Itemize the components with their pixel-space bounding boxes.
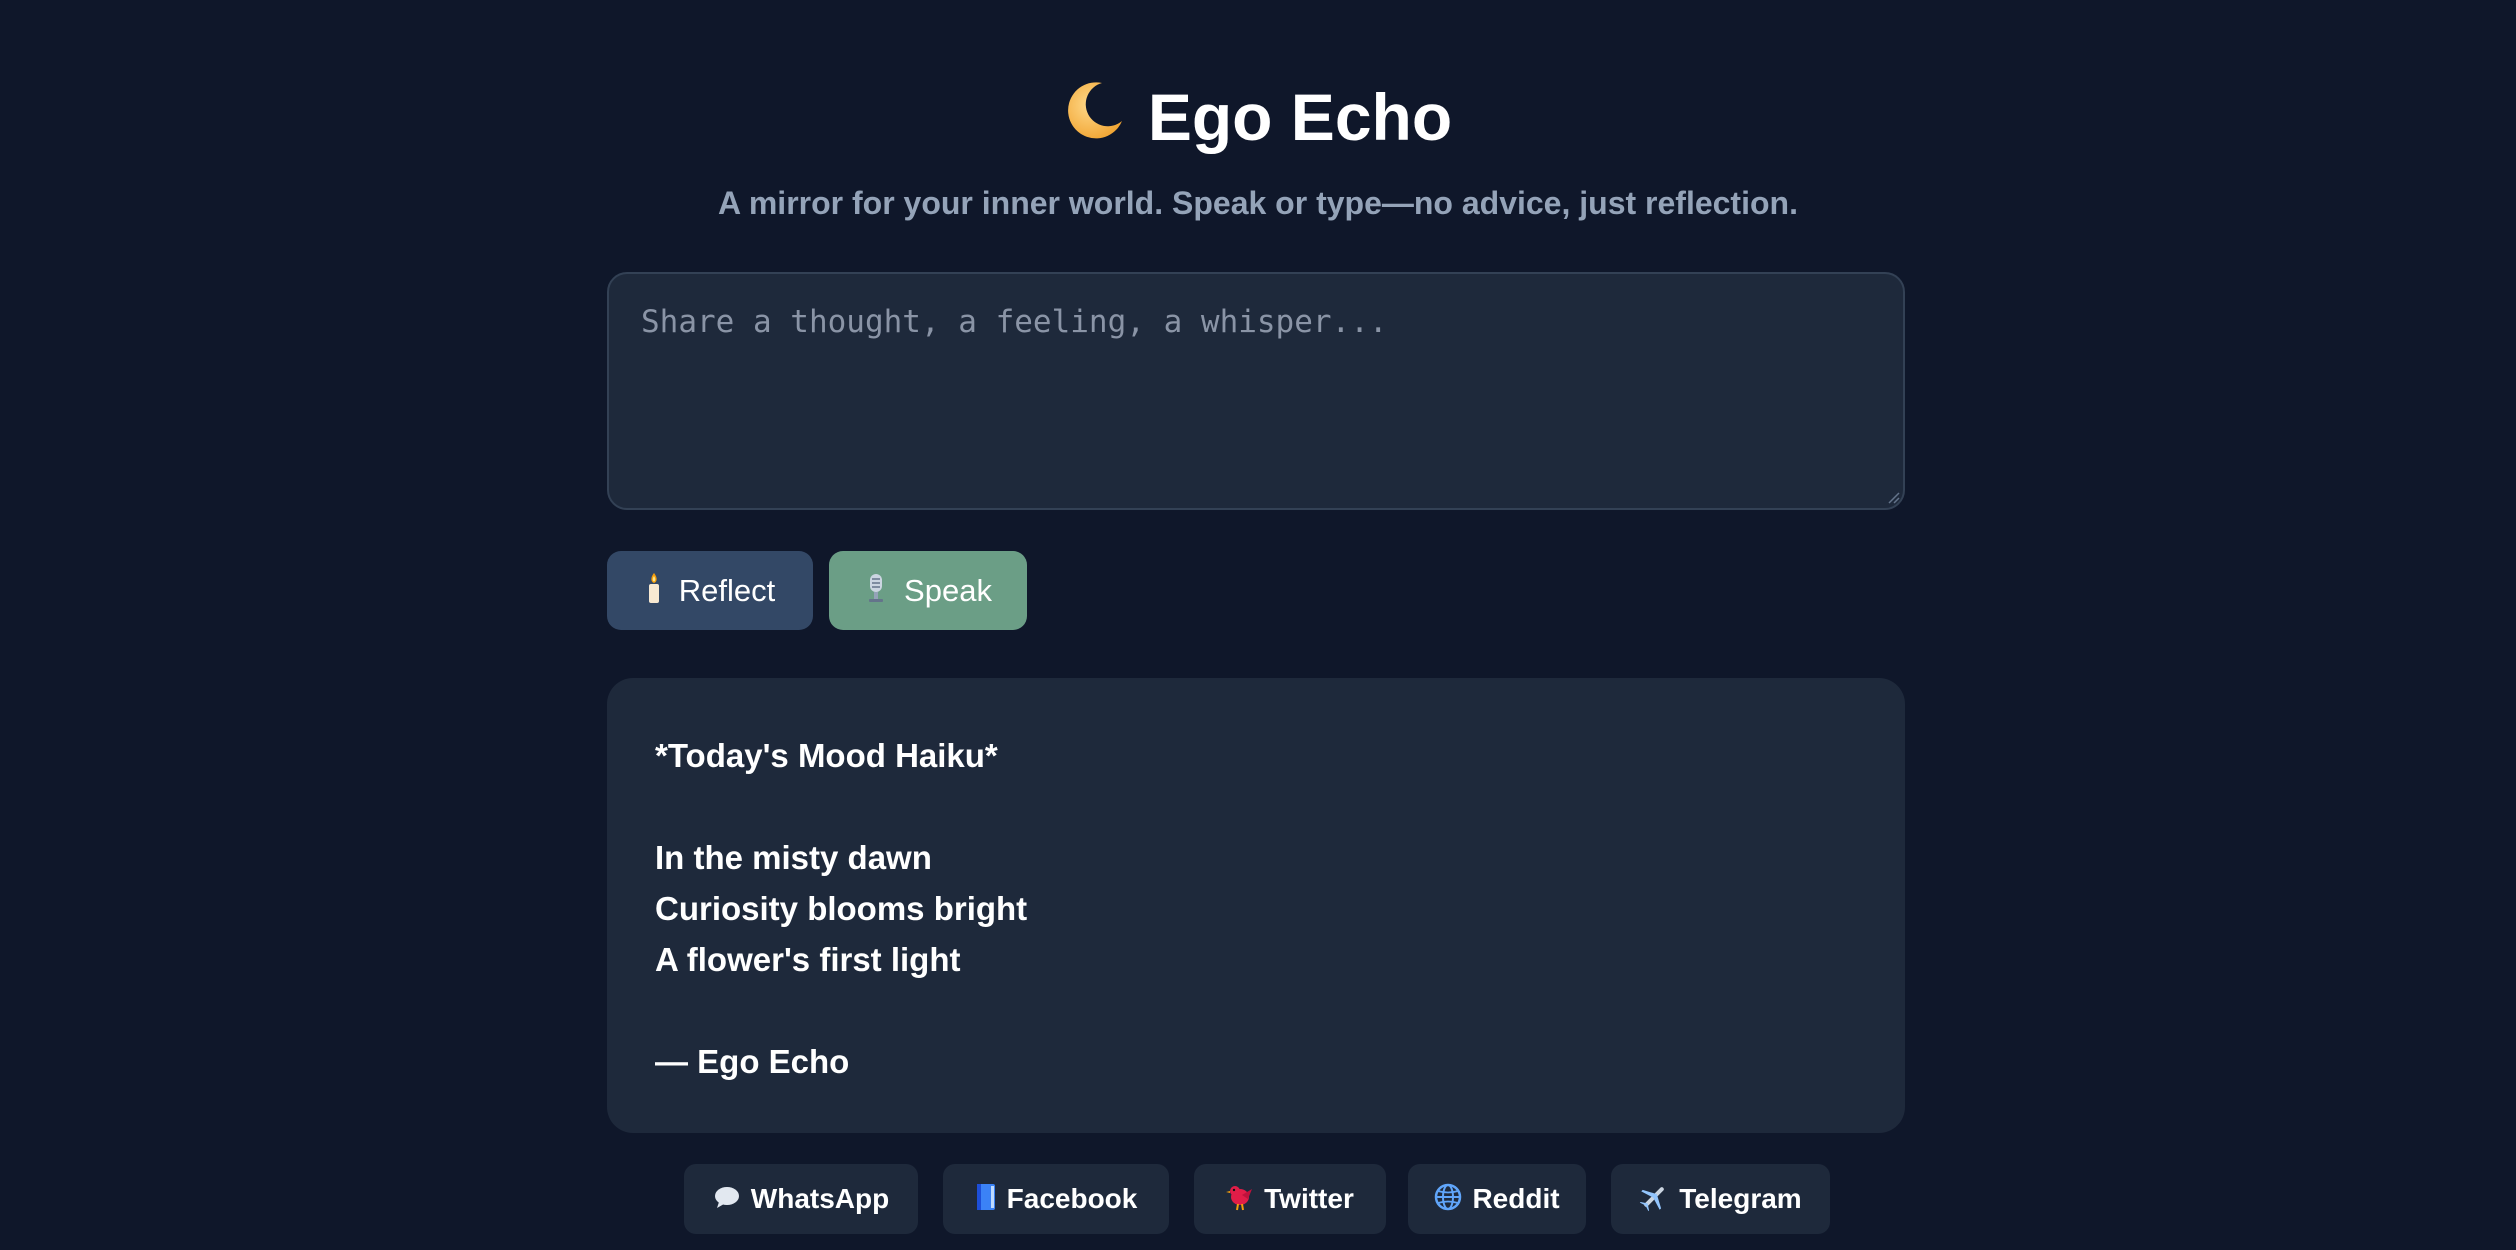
output-line: A flower's first light: [655, 941, 961, 978]
speak-button-label: Speak: [904, 572, 992, 608]
globe-icon: [1434, 1183, 1462, 1216]
airplane-icon: [1639, 1182, 1669, 1217]
page-title-text: Ego Echo: [1147, 80, 1453, 154]
microphone-icon: [864, 572, 888, 609]
ego-echo-page: Ego Echo A mirror for your inner world. …: [0, 0, 2516, 1250]
candle-icon: [645, 572, 663, 609]
crescent-moon-icon: [1064, 73, 1126, 163]
share-whatsapp-label: WhatsApp: [750, 1183, 890, 1214]
reflect-button-label: Reflect: [678, 572, 776, 608]
share-twitter-label: Twitter: [1264, 1183, 1354, 1214]
thought-input[interactable]: [607, 272, 1905, 510]
output-line: Curiosity blooms bright: [655, 890, 1028, 927]
share-facebook-button[interactable]: Facebook: [943, 1164, 1169, 1234]
reflect-button[interactable]: Reflect: [607, 551, 813, 630]
resize-grip-icon[interactable]: [1888, 492, 1900, 504]
share-twitter-button[interactable]: Twitter: [1194, 1164, 1386, 1234]
output-line: — Ego Echo: [655, 1043, 850, 1080]
share-reddit-label: Reddit: [1472, 1183, 1560, 1214]
share-buttons-row: WhatsApp Facebook Twitter Reddit Telegra…: [0, 1164, 2516, 1234]
reflection-output-card: *Today's Mood Haiku* In the misty dawn C…: [607, 678, 1905, 1133]
output-line: In the misty dawn: [655, 839, 932, 876]
share-telegram-button[interactable]: Telegram: [1611, 1164, 1830, 1234]
bird-icon: [1226, 1183, 1254, 1216]
page-subtitle: A mirror for your inner world. Speak or …: [718, 185, 1798, 221]
output-line: *Today's Mood Haiku*: [655, 737, 998, 774]
share-telegram-label: Telegram: [1679, 1183, 1802, 1214]
share-whatsapp-button[interactable]: WhatsApp: [684, 1164, 918, 1234]
share-facebook-label: Facebook: [1006, 1183, 1138, 1214]
page-title: Ego Echo: [0, 72, 2516, 163]
speak-button[interactable]: Speak: [829, 551, 1027, 630]
blue-book-icon: [975, 1183, 997, 1216]
share-reddit-button[interactable]: Reddit: [1408, 1164, 1586, 1234]
speech-bubble-icon: [713, 1185, 741, 1214]
